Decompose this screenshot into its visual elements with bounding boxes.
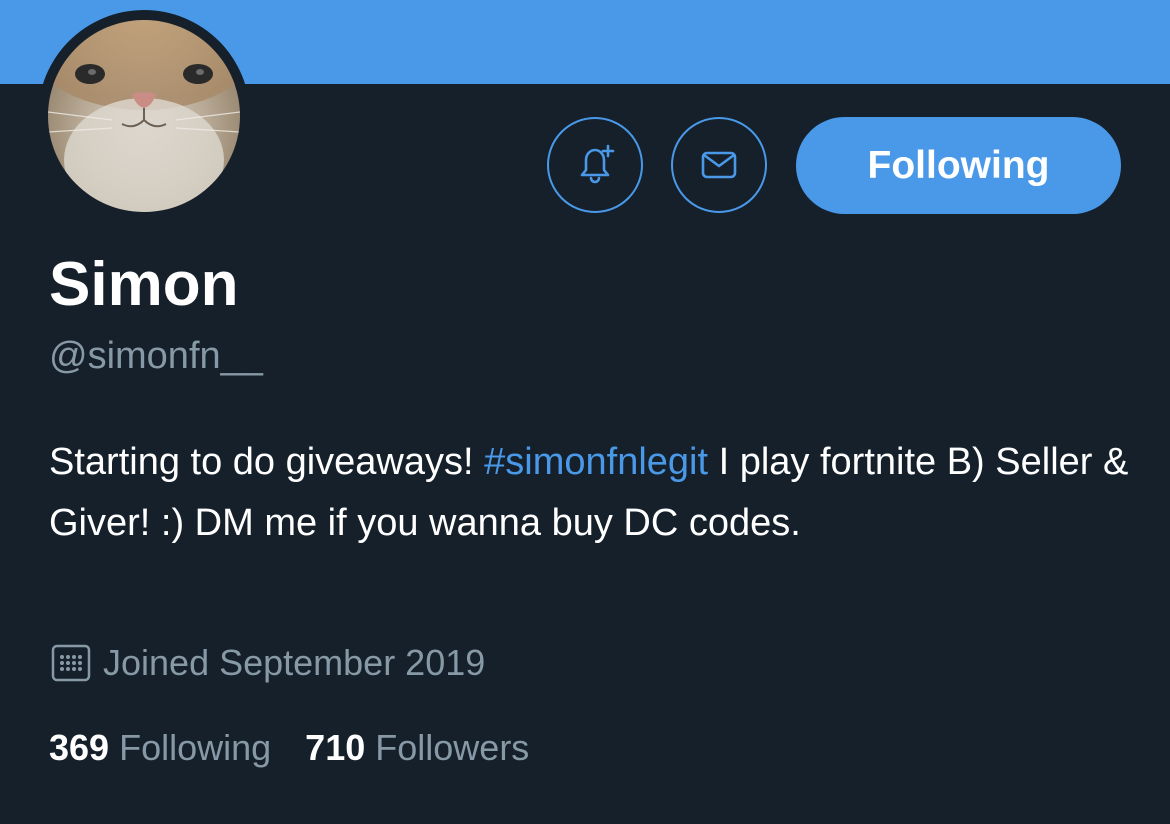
join-date: Joined September 2019: [49, 640, 485, 686]
bell-plus-icon: [580, 144, 615, 184]
display-name: Simon: [49, 250, 239, 319]
followers-count: 710: [305, 727, 366, 768]
followers-stat-link[interactable]: 710 Followers: [305, 725, 529, 771]
calendar-icon: [51, 644, 91, 682]
profile-bio: Starting to do giveaways! #simonfnlegit …: [49, 432, 1139, 554]
following-label: Following: [119, 727, 272, 768]
avatar[interactable]: [48, 20, 240, 212]
cat-avatar-image: [48, 20, 240, 212]
mail-icon: [701, 151, 737, 179]
bio-text-start: Starting to do giveaways!: [49, 441, 485, 483]
follow-stats: 369 Following 710 Followers: [49, 725, 563, 771]
message-button[interactable]: [671, 117, 767, 213]
following-stat-link[interactable]: 369 Following: [49, 725, 271, 771]
following-count: 369: [49, 727, 110, 768]
user-handle: @simonfn__: [49, 335, 263, 377]
notification-bell-button[interactable]: [547, 117, 643, 213]
profile-page: Following Simon @simonfn__ Starting to d…: [0, 0, 1170, 824]
followers-label: Followers: [375, 727, 530, 768]
join-date-text: Joined September 2019: [103, 642, 486, 683]
bio-hashtag-link[interactable]: #simonfnlegit: [484, 441, 708, 483]
following-button[interactable]: Following: [796, 117, 1121, 214]
